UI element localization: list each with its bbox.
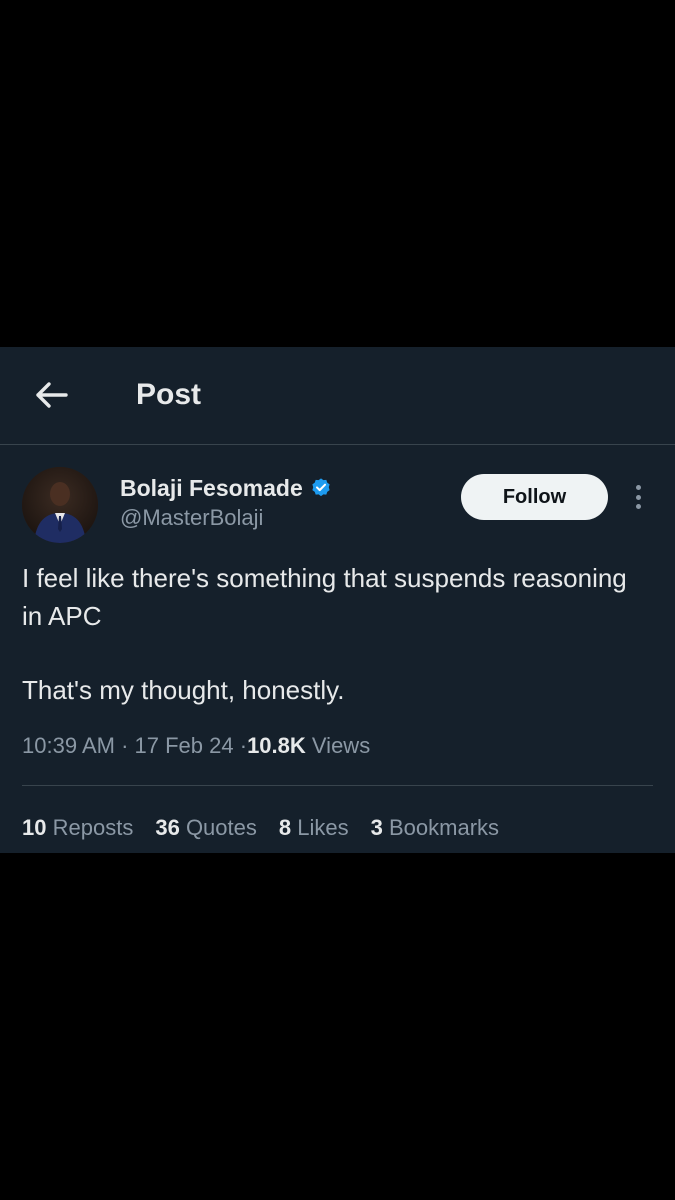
stat-count: 36 (155, 815, 180, 840)
avatar[interactable] (22, 467, 98, 543)
stat-count: 8 (278, 815, 292, 840)
more-dot (635, 494, 641, 500)
stat-count: 10 (22, 815, 47, 840)
top-bar: Post (0, 347, 675, 445)
stat-label: Reposts (52, 815, 134, 840)
profile-photo (22, 467, 98, 543)
stat-likes[interactable]: 8 Likes (279, 814, 349, 842)
stat-label: Likes (297, 815, 349, 840)
stat-count: 3 (370, 815, 383, 840)
views-label: Views (311, 733, 371, 758)
divider (22, 785, 653, 786)
meta-separator: · (239, 733, 248, 758)
page-title: Post (136, 378, 202, 411)
stat-reposts[interactable]: 10 Reposts (22, 814, 133, 842)
stat-quotes[interactable]: 36 Quotes (155, 814, 257, 842)
back-button[interactable] (30, 373, 74, 417)
views-count: 10.8K (247, 733, 306, 758)
post-text-line: That's my thought, honestly. (22, 675, 345, 705)
engagement-stats: 10 Reposts 36 Quotes 8 Likes 3 Bookmarks (22, 814, 521, 842)
stat-label: Quotes (185, 815, 257, 840)
stat-label: Bookmarks (388, 815, 500, 840)
post-text: I feel like there's something that suspe… (22, 559, 642, 709)
stat-bookmarks[interactable]: 3 Bookmarks (371, 814, 499, 842)
more-options-button[interactable] (624, 481, 652, 513)
author-display-name[interactable]: Bolaji Fesomade (120, 474, 303, 502)
post-screen: Post Bolaji Fesomade @MasterBolaji Follo… (0, 347, 675, 853)
verified-badge-icon (310, 477, 332, 499)
author-handle[interactable]: @MasterBolaji (120, 504, 263, 532)
follow-button[interactable]: Follow (461, 474, 608, 520)
post-text-line: I feel like there's something that suspe… (22, 563, 627, 631)
post-time[interactable]: 10:39 AM (22, 733, 115, 758)
post-date[interactable]: 17 Feb 24 (135, 733, 234, 758)
arrow-left-icon (36, 382, 68, 408)
post-meta: 10:39 AM · 17 Feb 24 ·10.8K Views (22, 732, 370, 760)
more-dot (635, 504, 641, 509)
author-name-row[interactable]: Bolaji Fesomade (120, 474, 332, 502)
meta-separator: · (121, 733, 129, 758)
more-vertical-icon (635, 485, 641, 490)
